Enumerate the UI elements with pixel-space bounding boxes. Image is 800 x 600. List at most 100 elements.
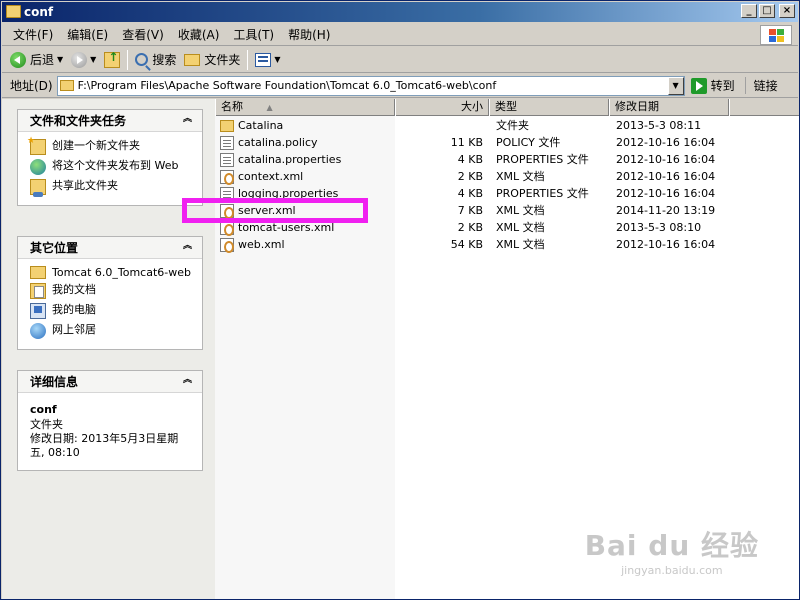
panel-header[interactable]: 文件和文件夹任务 ︽: [18, 110, 202, 132]
menu-bar: 文件(F) 编辑(E) 查看(V) 收藏(A) 工具(T) 帮助(H): [2, 24, 798, 46]
file-type: POLICY 文件: [496, 136, 561, 149]
task-new-folder[interactable]: 创建一个新文件夹: [27, 135, 192, 155]
links-button[interactable]: 链接: [744, 77, 778, 94]
search-button[interactable]: 搜索: [131, 49, 180, 71]
file-name: tomcat-users.xml: [238, 221, 335, 234]
menu-edit[interactable]: 编辑(E): [60, 25, 115, 45]
file-modified: 2013-5-3 08:11: [616, 119, 702, 132]
file-modified: 2012-10-16 16:04: [616, 238, 716, 251]
file-name: web.xml: [238, 238, 285, 251]
task-publish-web[interactable]: 将这个文件夹发布到 Web: [30, 159, 192, 175]
views-button[interactable]: ▼: [251, 49, 284, 71]
windows-logo-icon: [760, 25, 792, 45]
column-header-modified[interactable]: 修改日期: [609, 99, 729, 116]
place-my-computer[interactable]: 我的电脑: [30, 303, 192, 319]
file-row[interactable]: server.xml 7 KB XML 文档 2014-11-20 13:19: [215, 202, 799, 219]
file-row[interactable]: logging.properties 4 KB PROPERTIES 文件 20…: [215, 185, 799, 202]
file-tasks-panel: 文件和文件夹任务 ︽ 创建一个新文件夹 将这个文件夹发布到 Web 共享此文件夹: [17, 109, 203, 206]
task-share-folder[interactable]: 共享此文件夹: [30, 179, 192, 197]
my-documents-icon: [30, 283, 46, 299]
chevron-down-icon[interactable]: ▼: [57, 55, 63, 64]
file-size: 54 KB: [450, 238, 483, 251]
task-label: 将这个文件夹发布到 Web: [52, 159, 179, 172]
menu-favorites[interactable]: 收藏(A): [171, 25, 227, 45]
folders-button[interactable]: 文件夹: [180, 49, 244, 71]
menu-file[interactable]: 文件(F): [6, 25, 60, 45]
search-label: 搜索: [152, 53, 177, 67]
collapse-icon[interactable]: ︽: [181, 241, 194, 254]
address-label: 地址(D): [10, 79, 53, 93]
panel-header[interactable]: 其它位置 ︽: [18, 237, 202, 259]
detail-name: conf: [30, 403, 57, 416]
file-modified: 2012-10-16 16:04: [616, 170, 716, 183]
place-my-documents[interactable]: 我的文档: [30, 283, 192, 299]
file-size: 4 KB: [457, 153, 483, 166]
toolbar: 后退 ▼ ▼ 搜索 文件夹 ▼: [2, 47, 798, 73]
file-list: Catalina 文件夹 2013-5-3 08:11 catalina.pol…: [215, 117, 799, 253]
maximize-button[interactable]: □: [759, 4, 775, 18]
xml-icon: [220, 203, 234, 219]
title-bar[interactable]: conf _ □ ×: [2, 2, 798, 22]
folder-icon: [220, 119, 234, 132]
search-icon: [135, 53, 149, 66]
place-network[interactable]: 网上邻居: [30, 323, 192, 339]
forward-button[interactable]: ▼: [67, 49, 100, 71]
file-size: 4 KB: [457, 187, 483, 200]
folders-label: 文件夹: [204, 53, 241, 67]
column-label: 名称: [221, 100, 243, 113]
file-modified: 2012-10-16 16:04: [616, 153, 716, 166]
chevron-down-icon[interactable]: ▼: [274, 55, 280, 64]
forward-arrow-icon: [71, 51, 88, 68]
folder-icon: [59, 80, 74, 91]
address-input[interactable]: F:\Program Files\Apache Software Foundat…: [56, 75, 685, 96]
file-type: XML 文档: [496, 170, 545, 183]
go-button[interactable]: 转到: [690, 77, 735, 94]
up-folder-icon: [104, 50, 121, 68]
panel-header[interactable]: 详细信息 ︽: [18, 371, 202, 393]
file-row[interactable]: Catalina 文件夹 2013-5-3 08:11: [215, 117, 799, 134]
collapse-icon[interactable]: ︽: [181, 114, 194, 127]
file-size: 2 KB: [457, 221, 483, 234]
chevron-down-icon[interactable]: ▼: [90, 55, 96, 64]
file-type: XML 文档: [496, 221, 545, 234]
place-tomcat[interactable]: Tomcat 6.0_Tomcat6-web: [30, 266, 192, 279]
file-row[interactable]: catalina.properties 4 KB PROPERTIES 文件 2…: [215, 151, 799, 168]
menu-view[interactable]: 查看(V): [115, 25, 171, 45]
column-headers: 名称 ▲ 大小 类型 修改日期: [215, 99, 799, 116]
file-row[interactable]: context.xml 2 KB XML 文档 2012-10-16 16:04: [215, 168, 799, 185]
file-modified: 2012-10-16 16:04: [616, 187, 716, 200]
toolbar-separator: [127, 49, 129, 70]
back-label: 后退: [30, 53, 55, 67]
file-row[interactable]: catalina.policy 11 KB POLICY 文件 2012-10-…: [215, 134, 799, 151]
address-value[interactable]: F:\Program Files\Apache Software Foundat…: [78, 79, 497, 92]
column-header-type[interactable]: 类型: [489, 99, 609, 116]
place-label: Tomcat 6.0_Tomcat6-web: [52, 266, 191, 279]
back-button[interactable]: 后退 ▼: [6, 49, 67, 71]
toolbar-separator: [247, 49, 249, 70]
back-arrow-icon: [10, 51, 26, 68]
column-header-size[interactable]: 大小: [395, 99, 489, 116]
file-row[interactable]: web.xml 54 KB XML 文档 2012-10-16 16:04: [215, 236, 799, 253]
panel-title: 其它位置: [30, 241, 79, 255]
file-type: XML 文档: [496, 204, 545, 217]
menu-help[interactable]: 帮助(H): [281, 25, 337, 45]
file-row[interactable]: tomcat-users.xml 2 KB XML 文档 2013-5-3 08…: [215, 219, 799, 236]
other-places-panel: 其它位置 ︽ Tomcat 6.0_Tomcat6-web 我的文档 我的电脑: [17, 236, 203, 350]
watermark-logo-text: Bai du 经验: [584, 529, 759, 562]
close-button[interactable]: ×: [779, 4, 795, 18]
place-label: 网上邻居: [52, 323, 96, 336]
address-dropdown-button[interactable]: ▼: [667, 76, 684, 95]
menu-tools[interactable]: 工具(T): [226, 25, 281, 45]
place-label: 我的文档: [52, 283, 96, 296]
computer-icon: [30, 303, 46, 319]
file-name: catalina.policy: [238, 136, 318, 149]
minimize-button[interactable]: _: [741, 4, 757, 18]
file-name: catalina.properties: [238, 153, 342, 166]
share-folder-icon: [30, 179, 46, 197]
up-folder-button[interactable]: [100, 49, 124, 71]
explorer-window: conf _ □ × 文件(F) 编辑(E) 查看(V) 收藏(A) 工具(T)…: [0, 0, 800, 600]
column-header-name[interactable]: 名称 ▲: [215, 99, 395, 116]
detail-modified: 修改日期: 2013年5月3日星期五, 08:10: [30, 432, 179, 459]
panel-title: 文件和文件夹任务: [30, 114, 127, 128]
collapse-icon[interactable]: ︽: [181, 375, 194, 388]
